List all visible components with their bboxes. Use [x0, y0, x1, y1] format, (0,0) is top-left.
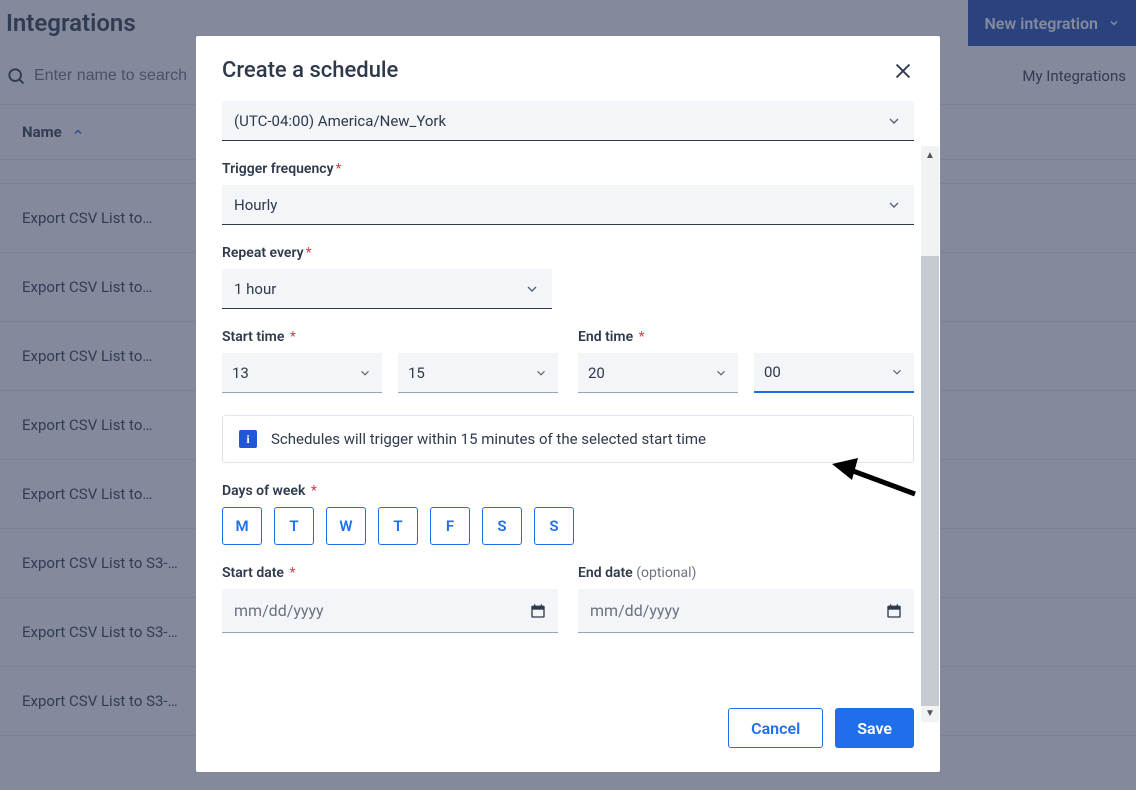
- trigger-frequency-select[interactable]: Hourly: [222, 185, 914, 225]
- day-tuesday[interactable]: T: [274, 507, 314, 545]
- days-of-week-label: Days of week *: [222, 483, 914, 499]
- chevron-down-icon: [886, 113, 902, 129]
- day-friday[interactable]: F: [430, 507, 470, 545]
- day-thursday[interactable]: T: [378, 507, 418, 545]
- repeat-every-label: Repeat every*: [222, 245, 914, 261]
- calendar-icon: [886, 603, 902, 619]
- end-date-label: End date (optional): [578, 565, 914, 581]
- start-hour-select[interactable]: 13: [222, 353, 382, 393]
- start-time-label: Start time *: [222, 329, 558, 345]
- end-date-placeholder: mm/dd/yyyy: [590, 601, 680, 620]
- close-icon[interactable]: [892, 60, 914, 82]
- end-minute-select[interactable]: 00: [754, 353, 914, 393]
- chevron-down-icon: [714, 366, 728, 380]
- scrollbar-track[interactable]: ▲ ▼: [921, 146, 939, 722]
- cancel-button[interactable]: Cancel: [728, 708, 823, 748]
- chevron-down-icon: [534, 366, 548, 380]
- scroll-up-icon[interactable]: ▲: [921, 146, 939, 164]
- scroll-down-icon[interactable]: ▼: [921, 704, 939, 722]
- start-minute-select[interactable]: 15: [398, 353, 558, 393]
- start-date-input[interactable]: mm/dd/yyyy: [222, 589, 558, 633]
- repeat-every-value: 1 hour: [234, 280, 276, 298]
- trigger-frequency-value: Hourly: [234, 196, 277, 214]
- timezone-select[interactable]: (UTC-04:00) America/New_York: [222, 101, 914, 141]
- timezone-value: (UTC-04:00) America/New_York: [234, 112, 446, 130]
- day-saturday[interactable]: S: [482, 507, 522, 545]
- scrollbar-thumb[interactable]: [921, 256, 939, 706]
- day-monday[interactable]: M: [222, 507, 262, 545]
- trigger-frequency-label: Trigger frequency*: [222, 161, 914, 177]
- start-date-placeholder: mm/dd/yyyy: [234, 601, 324, 620]
- end-hour-select[interactable]: 20: [578, 353, 738, 393]
- chevron-down-icon: [886, 197, 902, 213]
- chevron-down-icon: [890, 365, 904, 379]
- day-wednesday[interactable]: W: [326, 507, 366, 545]
- info-text: Schedules will trigger within 15 minutes…: [271, 430, 706, 448]
- info-callout: i Schedules will trigger within 15 minut…: [222, 415, 914, 463]
- chevron-down-icon: [358, 366, 372, 380]
- end-time-label: End time *: [578, 329, 914, 345]
- repeat-every-select[interactable]: 1 hour: [222, 269, 552, 309]
- start-date-label: Start date *: [222, 565, 558, 581]
- create-schedule-modal: Create a schedule (UTC-04:00) America/Ne…: [196, 36, 940, 772]
- save-button[interactable]: Save: [835, 708, 914, 748]
- info-icon: i: [239, 430, 257, 448]
- day-sunday[interactable]: S: [534, 507, 574, 545]
- modal-title: Create a schedule: [222, 58, 398, 83]
- calendar-icon: [530, 603, 546, 619]
- chevron-down-icon: [524, 281, 540, 297]
- end-date-input[interactable]: mm/dd/yyyy: [578, 589, 914, 633]
- modal-overlay: Create a schedule (UTC-04:00) America/Ne…: [0, 0, 1136, 790]
